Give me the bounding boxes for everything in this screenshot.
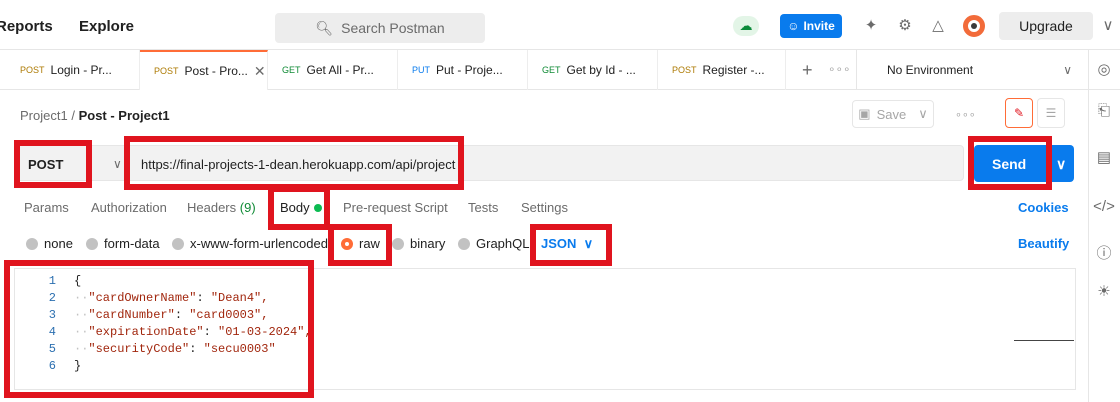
radio-form-data[interactable]: form-data xyxy=(86,236,160,251)
top-bar xyxy=(0,0,1120,50)
tab-params[interactable]: Params xyxy=(24,200,69,215)
search-icon: 🔍︎ xyxy=(315,19,334,36)
new-tab-plus-icon[interactable]: + xyxy=(802,60,813,81)
upgrade-button[interactable]: Upgrade xyxy=(999,12,1093,40)
document-icon[interactable]: ⎗ xyxy=(1092,102,1116,119)
sync-cloud-icon[interactable]: ☁ xyxy=(733,16,759,36)
radio-none[interactable]: none xyxy=(26,236,73,251)
invite-button[interactable]: ☺ Invite xyxy=(780,14,842,38)
highlight-json xyxy=(530,224,612,266)
highlight-raw xyxy=(328,224,392,266)
close-icon[interactable]: ✕ xyxy=(254,63,266,80)
tab-settings[interactable]: Settings xyxy=(521,200,568,215)
tab-authorization[interactable]: Authorization xyxy=(91,200,167,215)
more-options-icon[interactable]: ∘∘∘ xyxy=(955,108,976,121)
highlight-body-editor xyxy=(4,260,314,398)
nav-reports[interactable]: Reports xyxy=(0,18,53,35)
editor-divider xyxy=(1014,340,1074,341)
lightbulb-icon[interactable]: ☀ xyxy=(1092,282,1116,300)
nav-explore[interactable]: Explore xyxy=(79,18,134,35)
tab-put-project[interactable]: PUT Put - Proje... xyxy=(398,50,528,90)
chevron-down-icon: ∨ xyxy=(918,106,928,121)
breadcrumb-parent[interactable]: Project1 xyxy=(20,108,68,123)
breadcrumb: Project1 / Post - Project1 xyxy=(20,108,170,123)
cookies-link[interactable]: Cookies xyxy=(1018,200,1069,215)
radio-graphql[interactable]: GraphQL xyxy=(458,236,529,251)
save-disk-icon: ▣ xyxy=(858,106,871,121)
tab-get-by-id[interactable]: GET Get by Id - ... xyxy=(528,50,658,90)
radio-binary[interactable]: binary xyxy=(392,236,445,251)
chevron-down-icon: ∨ xyxy=(1056,156,1067,172)
environment-selector[interactable]: No Environment ∨ xyxy=(856,50,1086,90)
tab-tests[interactable]: Tests xyxy=(468,200,498,215)
bell-icon[interactable]: △ xyxy=(929,17,947,35)
chevron-down-icon: ∨ xyxy=(1063,63,1072,77)
more-tabs-icon[interactable]: ∘∘∘ xyxy=(828,62,851,76)
save-button[interactable]: ▣ Save ∨ xyxy=(852,100,934,128)
tab-post-project[interactable]: POST Post - Pro... ✕ xyxy=(140,50,268,90)
highlight-url xyxy=(124,136,464,190)
tab-get-all[interactable]: GET Get All - Pr... xyxy=(268,50,398,90)
highlight-send xyxy=(968,136,1052,190)
tab-prerequest-script[interactable]: Pre-request Script xyxy=(343,200,448,215)
person-add-icon: ☺ xyxy=(787,19,800,33)
page-title: Post - Project1 xyxy=(78,108,170,123)
tab-login[interactable]: POST Login - Pr... xyxy=(0,50,140,90)
search-bar[interactable]: 🔍︎ Search Postman xyxy=(275,13,485,43)
search-placeholder: Search Postman xyxy=(341,20,445,36)
chevron-down-icon[interactable]: ∨ xyxy=(1099,17,1117,35)
comments-icon[interactable]: ▤ xyxy=(1092,148,1116,166)
info-icon[interactable]: ⓘ xyxy=(1092,242,1116,263)
tab-headers[interactable]: Headers (9) xyxy=(187,200,256,215)
avatar[interactable] xyxy=(963,15,985,37)
highlight-body-tab xyxy=(268,186,330,230)
code-icon[interactable]: </> xyxy=(1092,198,1116,215)
documentation-icon[interactable]: ☰ xyxy=(1037,98,1065,128)
beautify-link[interactable]: Beautify xyxy=(1018,236,1069,251)
satellite-icon[interactable]: ✦ xyxy=(862,17,880,35)
edit-pencil-icon[interactable]: ✎ xyxy=(1005,98,1033,128)
radio-urlencoded[interactable]: x-www-form-urlencoded xyxy=(172,236,328,251)
highlight-method xyxy=(14,140,92,188)
tab-register[interactable]: POST Register -... xyxy=(658,50,786,90)
settings-gear-icon[interactable]: ⚙ xyxy=(896,17,914,35)
chevron-down-icon[interactable]: ∨ xyxy=(113,157,122,171)
